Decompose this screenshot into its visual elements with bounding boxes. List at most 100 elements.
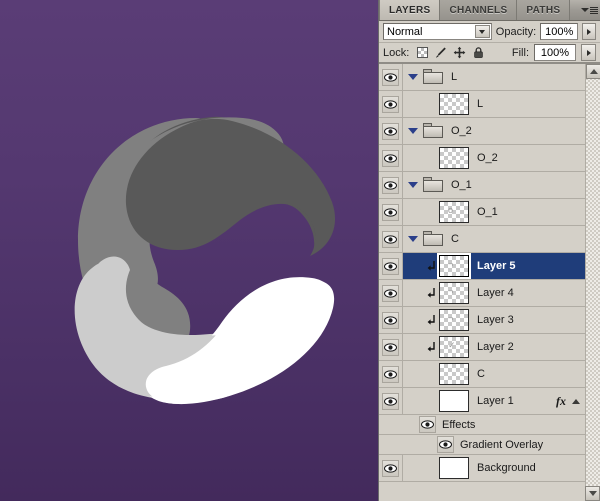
effect-row-gradient-overlay[interactable]: Gradient Overlay: [379, 435, 585, 455]
visibility-toggle[interactable]: [379, 172, 403, 198]
layer-row-group-l[interactable]: L: [379, 64, 585, 91]
visibility-toggle[interactable]: [379, 199, 403, 225]
layer-name: Background: [477, 462, 536, 474]
layer-thumbnail[interactable]: [439, 457, 469, 479]
layer-row-o2[interactable]: O_2: [379, 145, 585, 172]
lock-label: Lock:: [383, 47, 409, 59]
lock-all-icon[interactable]: [472, 46, 485, 59]
visibility-toggle[interactable]: [379, 388, 403, 414]
layer-row-layer-4[interactable]: ¬ Layer 4: [379, 280, 585, 307]
layer-name: Layer 4: [477, 287, 514, 299]
layer-name: O_2: [451, 125, 472, 137]
layer-thumbnail[interactable]: ¬: [439, 255, 469, 277]
clipping-mask-icon: [423, 287, 439, 299]
scroll-down-button[interactable]: [585, 486, 600, 501]
layer-thumbnail[interactable]: [439, 363, 469, 385]
photoshop-window: LAYERS CHANNELS PATHS Normal Opacity: 10…: [0, 0, 600, 501]
visibility-toggle[interactable]: [379, 334, 403, 360]
layer-name: Layer 5: [477, 260, 516, 272]
layer-name: L: [451, 71, 457, 83]
scroll-up-button[interactable]: [586, 64, 600, 79]
group-disclosure-triangle[interactable]: [403, 236, 423, 242]
transparency-lock-icon[interactable]: [417, 47, 428, 58]
opacity-input[interactable]: 100%: [540, 23, 578, 40]
visibility-toggle[interactable]: [379, 226, 403, 252]
effects-row[interactable]: Effects: [379, 415, 585, 435]
clipping-mask-icon: [423, 260, 439, 272]
layer-name: C: [477, 368, 485, 380]
visibility-toggle[interactable]: [379, 307, 403, 333]
layer-row-group-o2[interactable]: O_2: [379, 118, 585, 145]
visibility-toggle[interactable]: [379, 361, 403, 387]
layer-row-group-o1[interactable]: O_1: [379, 172, 585, 199]
menu-lines-icon: [590, 7, 598, 14]
visibility-toggle[interactable]: [437, 436, 454, 453]
move-lock-icon[interactable]: [453, 46, 466, 59]
layer-row-layer-1[interactable]: Layer 1 fx: [379, 388, 585, 415]
layer-row-l[interactable]: L: [379, 91, 585, 118]
layer-row-layer-5[interactable]: ¬ Layer 5: [379, 253, 585, 280]
lock-row: Lock: Fill: 100%: [379, 43, 600, 63]
layer-thumbnail[interactable]: [439, 390, 469, 412]
layer-row-group-c[interactable]: C: [379, 226, 585, 253]
layer-row-c[interactable]: C: [379, 361, 585, 388]
document-canvas[interactable]: [0, 0, 378, 501]
fill-input[interactable]: 100%: [534, 44, 576, 61]
layer-name: O_1: [477, 206, 498, 218]
tab-channels-label: CHANNELS: [449, 5, 507, 16]
visibility-toggle[interactable]: [379, 64, 403, 90]
fill-stepper[interactable]: [581, 44, 596, 61]
visibility-toggle[interactable]: [419, 416, 436, 433]
opacity-stepper[interactable]: [582, 23, 596, 40]
layer-name: O_1: [451, 179, 472, 191]
panel-menu-icon[interactable]: [578, 0, 600, 20]
layer-name: Layer 1: [477, 395, 514, 407]
layers-panel: LAYERS CHANNELS PATHS Normal Opacity: 10…: [378, 0, 600, 501]
visibility-toggle[interactable]: [379, 145, 403, 171]
layer-row-layer-2[interactable]: ✓ Layer 2: [379, 334, 585, 361]
layer-row-layer-3[interactable]: ¬ Layer 3: [379, 307, 585, 334]
layer-name: Layer 2: [477, 341, 514, 353]
opacity-value: 100%: [545, 26, 573, 38]
effects-disclosure-icon[interactable]: [572, 399, 580, 404]
letter-c-artwork: [0, 0, 378, 501]
layer-row-o1[interactable]: o O_1: [379, 199, 585, 226]
layer-name: L: [477, 98, 483, 110]
visibility-toggle[interactable]: [379, 280, 403, 306]
folder-icon: [423, 177, 443, 193]
layer-row-background-partial[interactable]: Background: [379, 455, 585, 482]
tab-layers-label: LAYERS: [389, 5, 430, 16]
fill-value: 100%: [541, 47, 569, 59]
layer-name: O_2: [477, 152, 498, 164]
visibility-toggle[interactable]: [379, 118, 403, 144]
vertical-scrollbar[interactable]: [585, 64, 600, 501]
folder-icon: [423, 69, 443, 85]
layer-thumbnail[interactable]: ✓: [439, 336, 469, 358]
layer-thumbnail[interactable]: ¬: [439, 309, 469, 331]
group-disclosure-triangle[interactable]: [403, 128, 423, 134]
effects-label: Effects: [442, 419, 475, 431]
visibility-toggle[interactable]: [379, 253, 403, 279]
tab-layers[interactable]: LAYERS: [379, 0, 440, 20]
layer-thumbnail[interactable]: o: [439, 201, 469, 223]
layer-thumbnail[interactable]: [439, 93, 469, 115]
group-disclosure-triangle[interactable]: [403, 182, 423, 188]
tab-channels[interactable]: CHANNELS: [440, 0, 517, 20]
layer-list[interactable]: L L: [379, 63, 600, 501]
group-disclosure-triangle[interactable]: [403, 74, 423, 80]
folder-icon: [423, 123, 443, 139]
clipping-mask-icon: [423, 341, 439, 353]
lock-icon-group: [417, 46, 485, 59]
blend-opacity-row: Normal Opacity: 100%: [379, 21, 600, 43]
chevron-down-icon: [581, 8, 589, 12]
brush-lock-icon[interactable]: [434, 46, 447, 59]
visibility-toggle[interactable]: [379, 455, 403, 481]
layer-thumbnail[interactable]: ¬: [439, 282, 469, 304]
tab-paths[interactable]: PATHS: [517, 0, 570, 20]
visibility-toggle[interactable]: [379, 91, 403, 117]
layer-thumbnail[interactable]: [439, 147, 469, 169]
chevron-down-icon[interactable]: [475, 25, 490, 38]
fill-label: Fill:: [512, 47, 529, 59]
layer-effects-icon[interactable]: fx: [556, 394, 566, 409]
blend-mode-select[interactable]: Normal: [383, 23, 492, 40]
